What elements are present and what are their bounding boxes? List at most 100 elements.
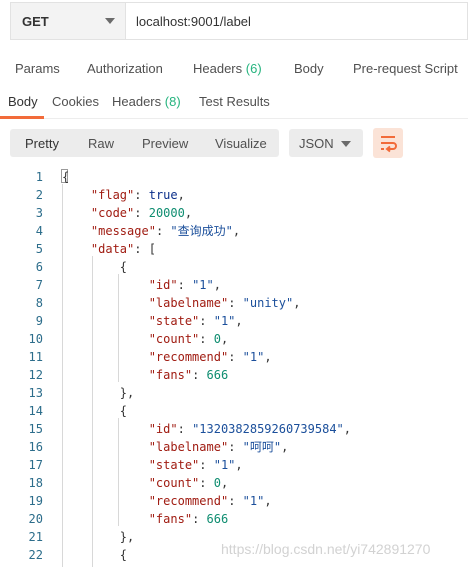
tab-label: Params — [15, 61, 60, 76]
code-text: "fans": 666 — [62, 510, 229, 528]
response-tab-test-results[interactable]: Test Results — [199, 94, 270, 109]
code-token: "count" — [148, 332, 200, 346]
code-line: 8 "labelname": "unity", — [0, 294, 468, 312]
wrap-lines-button[interactable] — [373, 128, 403, 158]
code-text: "recommend": "1", — [62, 348, 272, 366]
tab-label: Test Results — [199, 94, 270, 109]
code-text: { — [62, 546, 127, 564]
code-token: "count" — [148, 476, 200, 490]
response-tab-cookies[interactable]: Cookies — [52, 94, 99, 109]
code-token: , — [235, 458, 243, 472]
tab-pre-request-script[interactable]: Pre-request Script — [353, 61, 458, 76]
code-token: "recommend" — [148, 494, 229, 508]
code-token: 666 — [206, 512, 229, 526]
code-token: : — [228, 296, 243, 310]
tab-authorization[interactable]: Authorization — [87, 61, 163, 76]
code-token: , — [264, 350, 272, 364]
tab-label: Cookies — [52, 94, 99, 109]
line-number: 10 — [28, 332, 43, 346]
response-tab-headers[interactable]: Headers (8) — [112, 94, 181, 109]
code-text: }, — [62, 384, 134, 402]
code-line: 13 }, — [0, 384, 468, 402]
line-number: 19 — [28, 494, 43, 508]
code-token: { — [119, 260, 128, 274]
code-token: 666 — [206, 368, 229, 382]
code-text: "count": 0, — [62, 330, 229, 348]
code-token: "1" — [213, 314, 236, 328]
format-select[interactable]: JSON — [289, 129, 363, 157]
code-text: "recommend": "1", — [62, 492, 272, 510]
request-bar: GET localhost:9001/label — [10, 2, 468, 40]
code-token: }, — [119, 530, 135, 544]
line-number: 18 — [28, 476, 43, 490]
line-number: 15 — [28, 422, 43, 436]
code-token: : — [228, 440, 243, 454]
code-token: : — [177, 422, 193, 436]
line-number: 8 — [35, 296, 43, 310]
code-token: : — [199, 458, 214, 472]
line-number: 12 — [28, 368, 43, 382]
code-line: 5 "data": [ — [0, 240, 468, 258]
code-token: : — [199, 314, 214, 328]
code-line: 9 "state": "1", — [0, 312, 468, 330]
code-token: , — [264, 494, 272, 508]
view-preview-button[interactable]: Preview — [142, 136, 188, 151]
code-token: , — [220, 476, 229, 490]
code-token: "labelname" — [148, 440, 229, 454]
line-number: 4 — [35, 224, 43, 238]
line-number: 2 — [35, 188, 43, 202]
view-visualize-button[interactable]: Visualize — [215, 136, 267, 151]
line-number: 7 — [35, 278, 43, 292]
code-text: { — [62, 168, 69, 186]
code-line: 6 { — [0, 258, 468, 276]
method-select[interactable]: GET — [11, 3, 126, 39]
code-token: , — [213, 278, 221, 292]
tab-params[interactable]: Params — [15, 61, 60, 76]
tab-headers[interactable]: Headers (6) — [193, 61, 262, 76]
view-pretty-button[interactable]: Pretty — [25, 136, 59, 151]
line-number: 21 — [28, 530, 43, 544]
view-raw-button[interactable]: Raw — [88, 136, 114, 151]
code-token: { — [62, 170, 70, 184]
code-token: "labelname" — [148, 296, 229, 310]
response-tabs: Body Cookies Headers (8) Test Results — [0, 85, 468, 119]
url-input[interactable]: localhost:9001/label — [126, 3, 251, 39]
code-line: 11 "recommend": "1", — [0, 348, 468, 366]
code-text: }, — [62, 528, 134, 546]
code-token: : — [134, 206, 149, 220]
tab-label: Headers — [193, 61, 243, 76]
code-token: , — [293, 296, 301, 310]
wrap-lines-icon — [381, 136, 397, 153]
line-number: 14 — [28, 404, 43, 418]
code-text: { — [62, 402, 127, 420]
request-tabs: Params Authorization Headers (6) Body Pr… — [0, 52, 468, 84]
code-text: "message": "查询成功", — [62, 222, 240, 240]
line-number: 6 — [35, 260, 43, 274]
code-token: "呵呵" — [242, 440, 282, 454]
code-text: "data": [ — [62, 240, 156, 258]
headers-count-badge: (8) — [164, 94, 181, 109]
response-tab-body[interactable]: Body — [8, 94, 38, 109]
code-token: { — [119, 548, 128, 562]
code-token: "1" — [192, 278, 214, 292]
code-text: "id": "1", — [62, 276, 221, 294]
code-token: 0 — [213, 476, 221, 490]
code-token: "unity" — [242, 296, 294, 310]
code-token: : — [134, 188, 149, 202]
code-token: { — [119, 404, 128, 418]
code-text: "code": 20000, — [62, 204, 192, 222]
line-number: 9 — [35, 314, 43, 328]
tab-body[interactable]: Body — [294, 61, 324, 76]
